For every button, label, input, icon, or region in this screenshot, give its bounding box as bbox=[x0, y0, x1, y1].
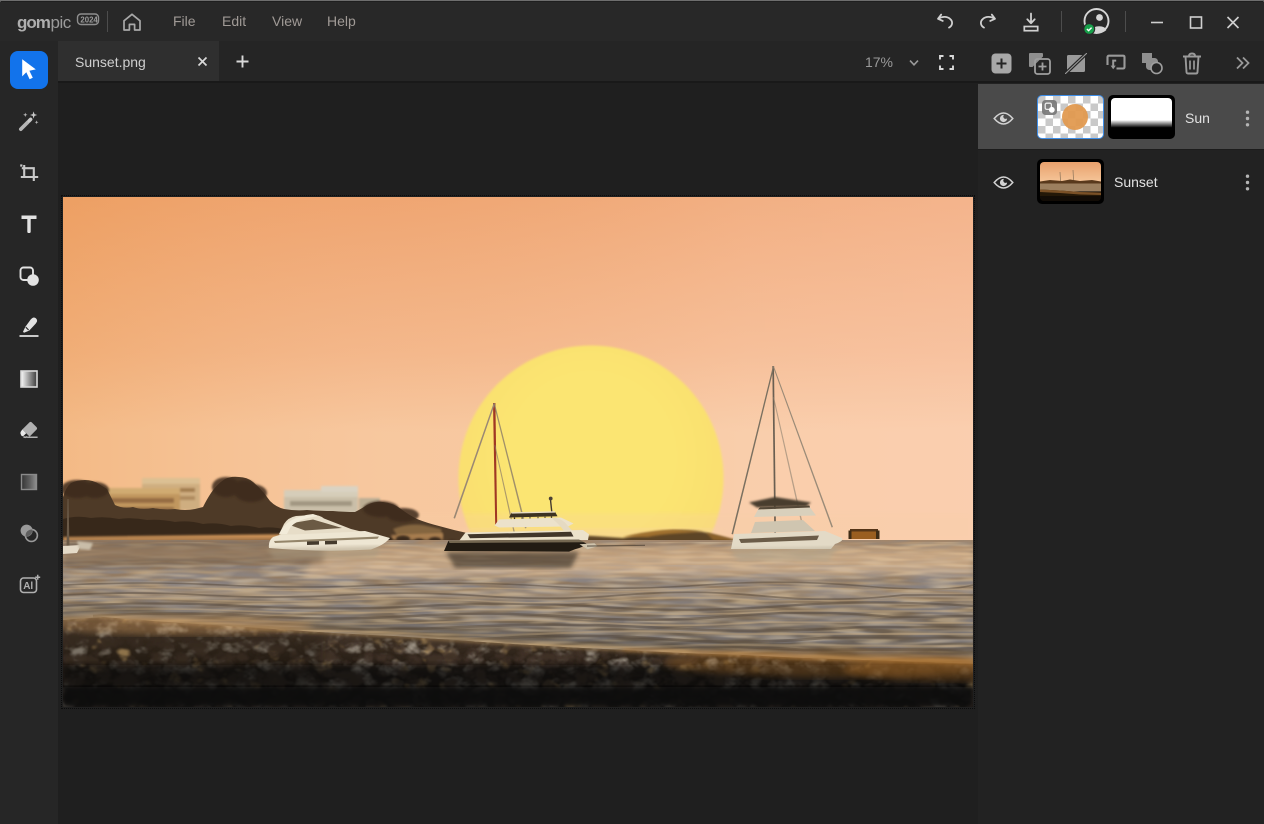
svg-text:Al: Al bbox=[23, 581, 33, 592]
svg-text:gom: gom bbox=[17, 13, 51, 32]
svg-text:2024: 2024 bbox=[80, 15, 98, 24]
svg-text:pic: pic bbox=[51, 13, 72, 32]
